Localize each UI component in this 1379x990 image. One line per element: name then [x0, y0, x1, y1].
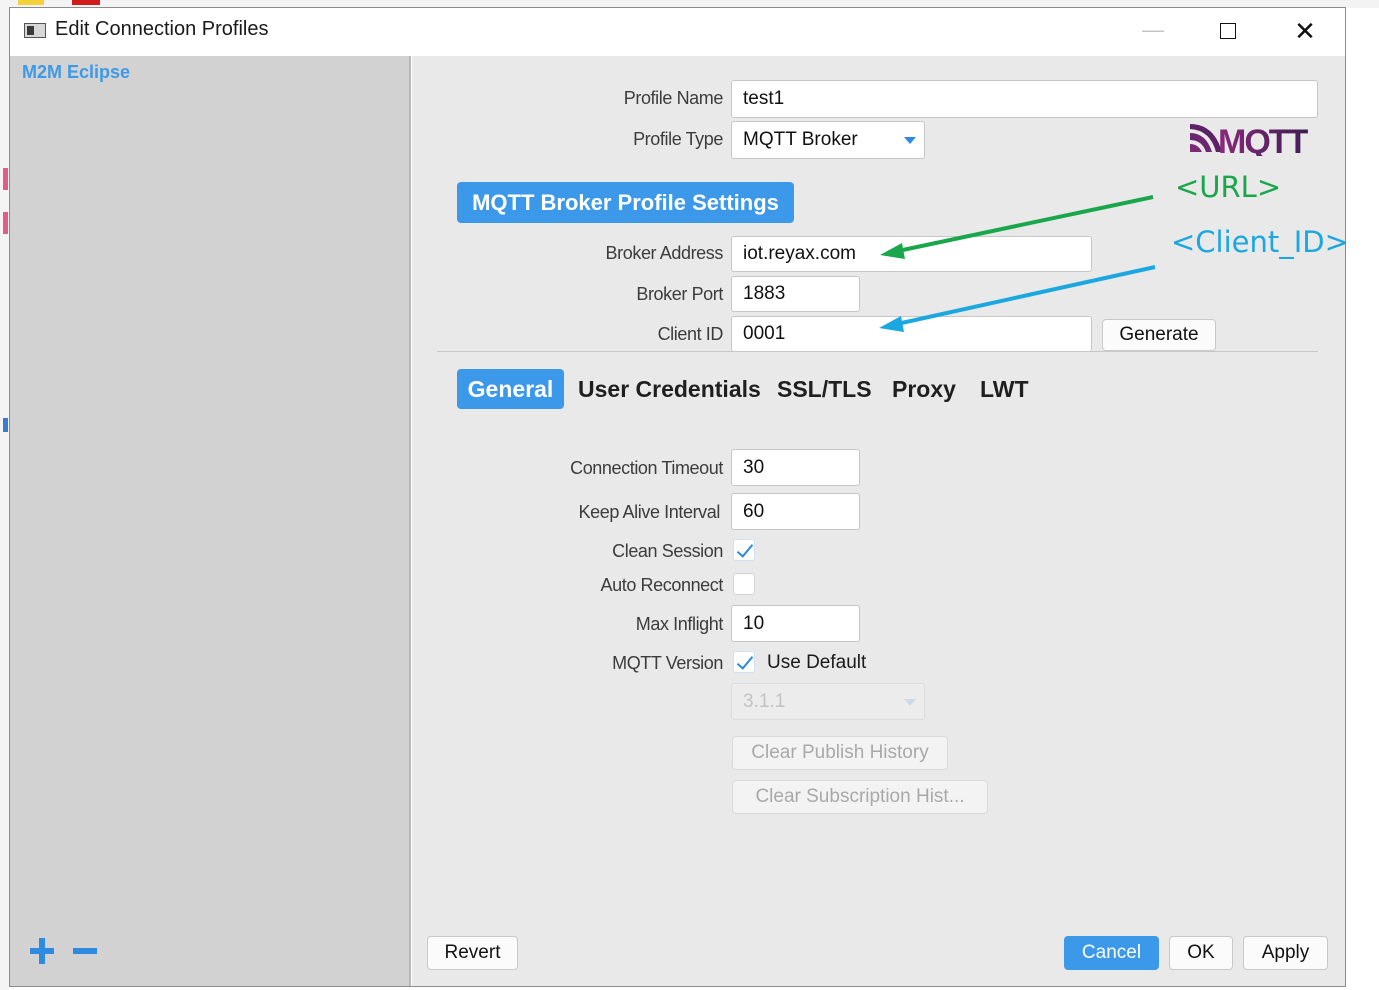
background-app-marker — [18, 0, 44, 5]
connection-timeout-label: Connection Timeout — [570, 458, 723, 478]
max-inflight-label: Max Inflight — [635, 614, 724, 634]
background-app-marker — [3, 418, 8, 432]
broker-port-label: Broker Port — [636, 284, 723, 304]
chevron-down-icon — [904, 137, 916, 144]
chevron-down-icon — [904, 699, 916, 706]
profile-type-value: MQTT Broker — [743, 129, 858, 150]
tab-lwt[interactable]: LWT — [980, 369, 1029, 409]
sidebar-item-m2m-eclipse[interactable]: M2M Eclipse — [22, 62, 130, 83]
mqtt-version-select: 3.1.1 — [731, 683, 925, 720]
mqtt-version-label: MQTT Version — [612, 653, 723, 673]
clean-session-checkbox[interactable] — [733, 539, 755, 561]
cancel-button[interactable]: Cancel — [1064, 936, 1159, 970]
profile-type-select[interactable]: MQTT Broker — [731, 121, 925, 159]
broker-settings-section-button[interactable]: MQTT Broker Profile Settings — [457, 182, 794, 223]
profiles-sidebar — [10, 56, 411, 986]
profile-type-label: Profile Type — [633, 129, 723, 149]
revert-button[interactable]: Revert — [427, 936, 518, 970]
tab-ssl-tls[interactable]: SSL/TLS — [777, 369, 872, 409]
profile-name-input[interactable]: test1 — [731, 80, 1318, 118]
client-id-input[interactable]: 0001 — [731, 316, 1092, 352]
auto-reconnect-label: Auto Reconnect — [600, 575, 724, 595]
close-button[interactable]: ✕ — [1290, 14, 1320, 48]
client-id-annotation: <Client_ID> — [1171, 225, 1349, 259]
maximize-button[interactable] — [1220, 23, 1236, 39]
profile-name-label: Profile Name — [623, 88, 724, 108]
background-app-marker — [3, 168, 8, 190]
background-app-marker — [72, 0, 100, 5]
tab-proxy[interactable]: Proxy — [892, 369, 956, 409]
clear-publish-history-button: Clear Publish History — [732, 736, 948, 770]
max-inflight-input[interactable]: 10 — [731, 605, 860, 642]
app-window-icon — [24, 23, 46, 38]
tab-user-credentials[interactable]: User Credentials — [578, 369, 761, 409]
mqtt-version-value: 3.1.1 — [743, 690, 786, 712]
auto-reconnect-checkbox[interactable] — [733, 573, 755, 595]
url-annotation: <URL> — [1175, 170, 1282, 204]
keep-alive-input[interactable]: 60 — [731, 493, 860, 530]
mqtt-logo: MQTT — [1188, 120, 1320, 161]
apply-button[interactable]: Apply — [1243, 936, 1328, 970]
connection-timeout-input[interactable]: 30 — [731, 449, 860, 486]
mqtt-logo-text: MQTT — [1218, 123, 1309, 156]
minimize-button[interactable]: — — [1133, 16, 1173, 46]
window-title: Edit Connection Profiles — [55, 18, 269, 40]
use-default-checkbox[interactable] — [733, 651, 755, 673]
remove-profile-button[interactable] — [73, 948, 97, 954]
use-default-label: Use Default — [767, 652, 867, 673]
broker-address-label: Broker Address — [605, 243, 724, 263]
keep-alive-label: Keep Alive Interval — [578, 502, 721, 522]
client-id-label: Client ID — [657, 324, 724, 344]
tab-general[interactable]: General — [457, 369, 564, 409]
broker-address-input[interactable]: iot.reyax.com — [731, 236, 1092, 272]
add-profile-button[interactable] — [30, 938, 54, 964]
section-divider — [437, 351, 1318, 352]
background-app-edge — [0, 0, 9, 990]
background-app-marker — [3, 212, 8, 234]
generate-client-id-button[interactable]: Generate — [1102, 319, 1216, 351]
clean-session-label: Clean Session — [612, 541, 723, 561]
clear-subscription-history-button: Clear Subscription Hist... — [732, 780, 988, 814]
broker-port-input[interactable]: 1883 — [731, 276, 860, 312]
ok-button[interactable]: OK — [1169, 936, 1233, 970]
